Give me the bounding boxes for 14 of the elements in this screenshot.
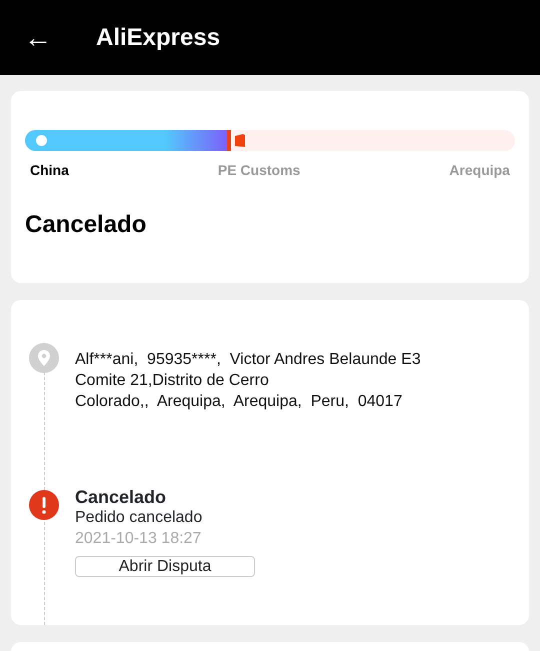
stop-label: China [30,161,69,180]
app-title: AliExpress [96,22,220,52]
stop-label: PE Customs [218,161,300,180]
progress-marker [226,130,231,151]
event-description: Pedido cancelado [75,508,204,528]
event-title: Cancelado [75,486,168,508]
alert-icon [29,490,59,520]
back-button[interactable]: ← [24,24,52,52]
flag-icon [234,134,245,147]
shipping-address: Alf***ani, 95935****, Victor Andres Belaunde E3 Comite 21,Distrito de Cerro Colorado,, Arequipa, Arequipa, Peru, 04017 [75,350,421,412]
open-dispute-button[interactable]: Abrir Disputa [75,556,255,577]
event-time: 2021-10-13 18:27 [75,529,202,549]
status-title: Cancelado [25,210,148,240]
stop-label: Arequipa [449,161,510,180]
